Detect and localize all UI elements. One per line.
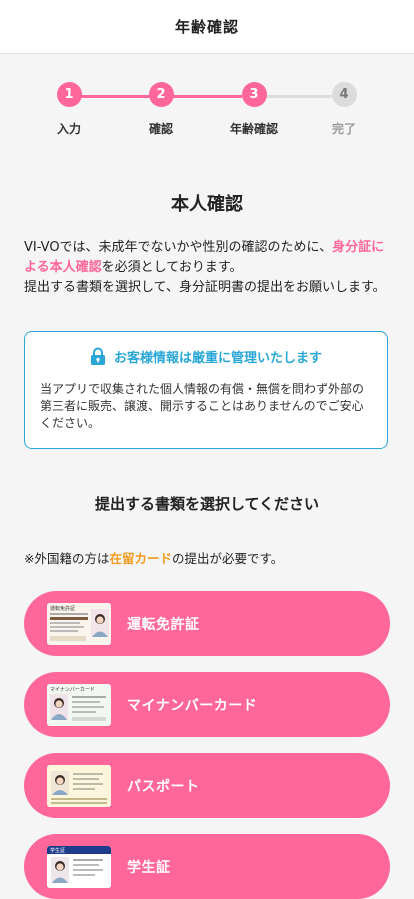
foreign-resident-note: ※外国籍の方は在留カードの提出が必要です。 <box>24 548 283 567</box>
note-highlight: 在留カード <box>109 551 172 566</box>
my-number-card-icon: マイナンバーカード <box>47 683 111 726</box>
drivers-license-button[interactable]: 運転免許証 運転免許証 <box>24 591 390 656</box>
intro-highlight: よる本人確認 <box>24 260 102 275</box>
step-number: 3 <box>241 82 267 107</box>
page-title: 年齢確認 <box>174 18 239 36</box>
step-label: 確認 <box>148 122 173 136</box>
step-label: 入力 <box>56 122 81 136</box>
intro-highlight: 身分証に <box>332 240 385 255</box>
drivers-license-label: 運転免許証 <box>127 616 200 633</box>
step-number: 2 <box>148 82 174 107</box>
student-id-icon: 学生証 <box>47 845 111 888</box>
intro-text: VI-VOでは、未成年でないかや性別の確認のために、身分証に よる本人確認を必須… <box>24 238 392 298</box>
step-input: 1 入力 <box>29 82 109 137</box>
identity-title: 本人確認 <box>171 194 243 215</box>
step-complete: 4 完了 <box>304 82 384 137</box>
card-title: 運転免許証 <box>50 605 75 612</box>
passport-button[interactable]: パスポート <box>24 753 390 818</box>
my-number-card-button[interactable]: マイナンバーカード マイナンバーカード <box>24 672 390 737</box>
passport-label: パスポート <box>127 778 200 795</box>
progress-stepper: 1 入力 2 確認 3 年齢確認 4 完了 <box>0 82 414 142</box>
step-number: 1 <box>56 82 82 107</box>
step-age-verification: 3 年齢確認 <box>214 82 294 137</box>
student-id-button[interactable]: 学生証 学生証 <box>24 834 390 899</box>
step-number: 4 <box>331 82 357 107</box>
security-title: お客様情報は厳重に管理いたします <box>113 351 322 366</box>
drivers-license-icon: 運転免許証 <box>47 602 111 645</box>
card-title: マイナンバーカード <box>50 687 95 693</box>
security-notice-header: お客様情報は厳重に管理いたします <box>25 347 387 366</box>
security-body: 当アプリで収集された個人情報の有償・無償を問わず外部の第三者に販売、譲渡、開示す… <box>40 382 365 430</box>
step-label: 完了 <box>331 122 356 136</box>
intro-text-part: 提出する書類を選択して、身分証明書の提出をお願いします。 <box>24 280 386 295</box>
app-header: 年齢確認 <box>0 0 414 54</box>
intro-text-part: を必須としております。 <box>101 260 243 275</box>
my-number-card-label: マイナンバーカード <box>127 697 258 714</box>
step-label: 年齢確認 <box>229 122 278 136</box>
step-confirm: 2 確認 <box>121 82 201 137</box>
lock-icon <box>90 347 105 365</box>
intro-text-part: VI-VOでは、未成年でないかや性別の確認のために、 <box>24 240 333 255</box>
card-title: 学生証 <box>50 847 65 854</box>
note-text: の提出が必要です。 <box>172 551 284 566</box>
student-id-label: 学生証 <box>127 859 171 876</box>
security-notice-box: お客様情報は厳重に管理いたします 当アプリで収集された個人情報の有償・無償を問わ… <box>24 331 388 449</box>
note-text: ※外国籍の方は <box>24 551 110 566</box>
select-document-title: 提出する書類を選択してください <box>94 495 320 513</box>
passport-icon <box>47 764 111 807</box>
